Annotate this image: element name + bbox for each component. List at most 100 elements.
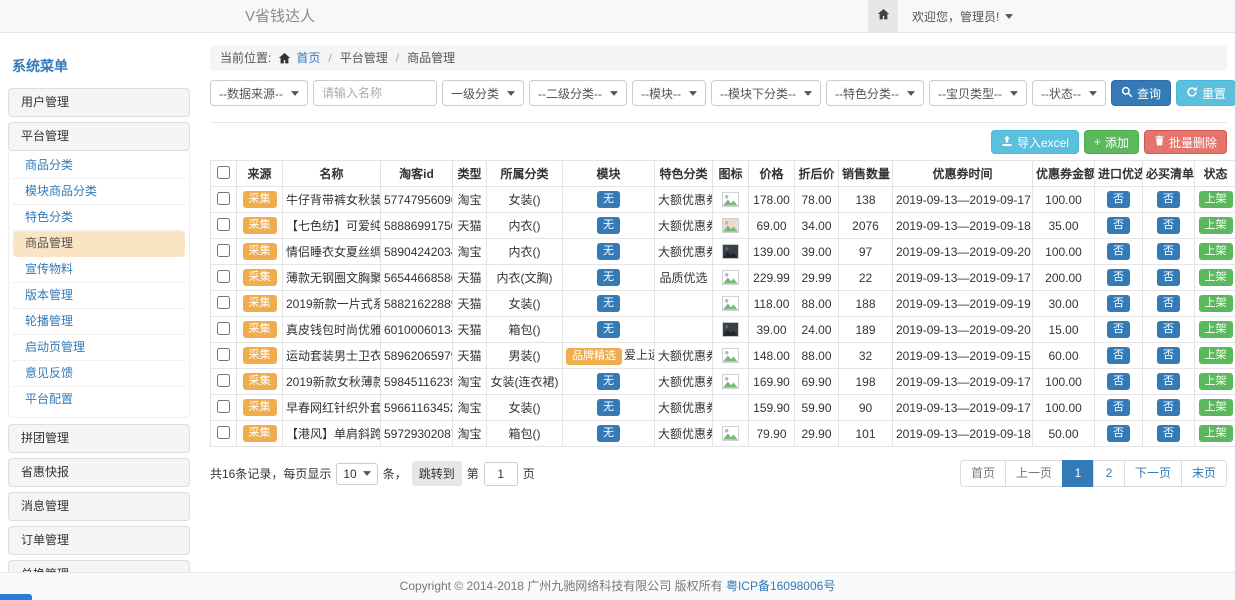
status-badge[interactable]: 上架 — [1199, 321, 1233, 338]
status-badge[interactable]: 上架 — [1199, 191, 1233, 208]
chevron-down-icon — [907, 91, 915, 96]
per-page-select[interactable]: 10 — [336, 463, 377, 485]
welcome-text: 欢迎您，管理员! — [912, 8, 999, 25]
must-buy-toggle[interactable]: 否 — [1157, 399, 1180, 416]
row-checkbox[interactable] — [217, 322, 230, 335]
sidebar-item-active[interactable]: 商品管理 — [13, 231, 185, 257]
row-checkbox[interactable] — [217, 270, 230, 283]
status-badge[interactable]: 上架 — [1199, 425, 1233, 442]
header-cell-checkbox — [211, 161, 237, 187]
pager-next[interactable]: 下一页 — [1124, 460, 1182, 487]
sales-count: 198 — [839, 369, 893, 395]
row-checkbox[interactable] — [217, 218, 230, 231]
page-number-input[interactable] — [484, 462, 518, 486]
status-badge[interactable]: 上架 — [1199, 373, 1233, 390]
row-checkbox[interactable] — [217, 348, 230, 361]
pager-page-1[interactable]: 1 — [1062, 460, 1094, 487]
sidebar-item[interactable]: 特色分类 — [13, 205, 185, 231]
sidebar-item[interactable]: 宣传物料 — [13, 257, 185, 283]
jump-button[interactable]: 跳转到 — [412, 461, 462, 486]
status-badge[interactable]: 上架 — [1199, 217, 1233, 234]
import-optional-toggle[interactable]: 否 — [1107, 347, 1130, 364]
user-dropdown[interactable]: 欢迎您，管理员! — [898, 0, 1027, 33]
filter-select-4[interactable]: --模块-- — [632, 80, 706, 106]
status-badge[interactable]: 上架 — [1199, 399, 1233, 416]
sidebar-group-3[interactable]: 省惠快报 — [8, 458, 190, 487]
taoke-id: 598451162391 — [381, 369, 453, 395]
must-buy-toggle[interactable]: 否 — [1157, 373, 1180, 390]
must-buy-toggle[interactable]: 否 — [1157, 243, 1180, 260]
row-checkbox[interactable] — [217, 244, 230, 257]
must-buy-toggle[interactable]: 否 — [1157, 295, 1180, 312]
import-optional-toggle[interactable]: 否 — [1107, 243, 1130, 260]
batch-delete-button[interactable]: 批量删除 — [1144, 130, 1227, 154]
row-checkbox[interactable] — [217, 400, 230, 413]
pager-last[interactable]: 末页 — [1181, 460, 1227, 487]
product-category: 内衣(文胸) — [487, 265, 563, 291]
must-buy-toggle[interactable]: 否 — [1157, 191, 1180, 208]
add-button[interactable]: + 添加 — [1084, 130, 1139, 154]
sidebar-group-5[interactable]: 订单管理 — [8, 526, 190, 555]
filter-select-7[interactable]: --宝贝类型-- — [929, 80, 1027, 106]
must-buy-toggle[interactable]: 否 — [1157, 425, 1180, 442]
pager-page-2[interactable]: 2 — [1093, 460, 1125, 487]
status-badge[interactable]: 上架 — [1199, 347, 1233, 364]
filter-select-3[interactable]: --二级分类-- — [529, 80, 627, 106]
filter-select-6[interactable]: --特色分类-- — [826, 80, 924, 106]
status-badge[interactable]: 上架 — [1199, 269, 1233, 286]
status-badge[interactable]: 上架 — [1199, 295, 1233, 312]
sidebar-item[interactable]: 模块商品分类 — [13, 179, 185, 205]
icp-link[interactable]: 粤ICP备16098006号 — [726, 579, 835, 593]
filter-select-0[interactable]: --数据来源-- — [210, 80, 308, 106]
discount-price: 29.99 — [795, 265, 839, 291]
header-cell: 图标 — [713, 161, 749, 187]
must-buy-toggle[interactable]: 否 — [1157, 269, 1180, 286]
module-cell: 无 — [563, 265, 655, 291]
header-cell: 状态 — [1195, 161, 1235, 187]
home-button[interactable] — [868, 0, 898, 33]
status-badge[interactable]: 上架 — [1199, 243, 1233, 260]
discount-price: 29.90 — [795, 421, 839, 447]
sidebar-group-2[interactable]: 拼团管理 — [8, 424, 190, 453]
must-buy-toggle[interactable]: 否 — [1157, 217, 1180, 234]
import-optional-toggle[interactable]: 否 — [1107, 425, 1130, 442]
sidebar-group-6[interactable]: 兑换管理 — [8, 560, 190, 572]
sidebar-item[interactable]: 版本管理 — [13, 283, 185, 309]
filter-select-8[interactable]: --状态-- — [1032, 80, 1106, 106]
import-optional-toggle[interactable]: 否 — [1107, 269, 1130, 286]
import-optional-toggle[interactable]: 否 — [1107, 191, 1130, 208]
must-buy-toggle[interactable]: 否 — [1157, 321, 1180, 338]
filter-select-5[interactable]: --模块下分类-- — [711, 80, 821, 106]
sidebar-item[interactable]: 启动页管理 — [13, 335, 185, 361]
import-optional-toggle[interactable]: 否 — [1107, 295, 1130, 312]
import-optional-toggle[interactable]: 否 — [1107, 217, 1130, 234]
import-optional-toggle[interactable]: 否 — [1107, 399, 1130, 416]
pager-prev[interactable]: 上一页 — [1005, 460, 1063, 487]
row-checkbox[interactable] — [217, 426, 230, 439]
name-search-input[interactable] — [313, 80, 437, 106]
import-excel-button[interactable]: 导入excel — [991, 130, 1079, 154]
sidebar-group-4[interactable]: 消息管理 — [8, 492, 190, 521]
row-checkbox[interactable] — [217, 296, 230, 309]
footer: Copyright © 2014-2018 广州九驰网络科技有限公司 版权所有 … — [0, 572, 1235, 600]
sidebar-group-1[interactable]: 平台管理 — [8, 122, 190, 151]
sidebar-item[interactable]: 商品分类 — [13, 153, 185, 179]
search-button[interactable]: 查询 — [1111, 80, 1171, 106]
reset-button[interactable]: 重置 — [1176, 80, 1235, 106]
select-all-checkbox[interactable] — [217, 166, 230, 179]
chevron-down-icon — [507, 91, 515, 96]
sidebar-item[interactable]: 意见反馈 — [13, 361, 185, 387]
row-checkbox[interactable] — [217, 374, 230, 387]
pager-first[interactable]: 首页 — [960, 460, 1006, 487]
sidebar-item[interactable]: 轮播管理 — [13, 309, 185, 335]
filter-select-2[interactable]: 一级分类 — [442, 80, 524, 106]
breadcrumb-home-link[interactable]: 首页 — [296, 45, 320, 71]
module-cell: 无 — [563, 213, 655, 239]
row-checkbox[interactable] — [217, 192, 230, 205]
sidebar-group-0[interactable]: 用户管理 — [8, 88, 190, 117]
import-optional-toggle[interactable]: 否 — [1107, 321, 1130, 338]
sidebar-item[interactable]: 平台配置 — [13, 387, 185, 413]
import-optional-toggle[interactable]: 否 — [1107, 373, 1130, 390]
product-name: 运动套装男士卫衣初秋... — [283, 343, 381, 369]
must-buy-toggle[interactable]: 否 — [1157, 347, 1180, 364]
